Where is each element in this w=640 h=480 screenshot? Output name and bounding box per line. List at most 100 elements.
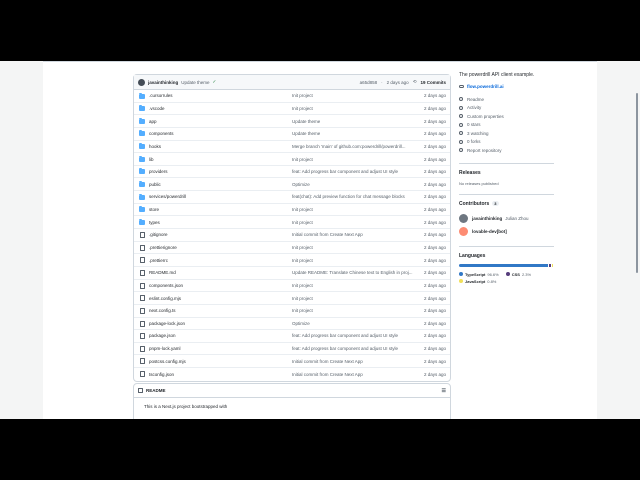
file-name[interactable]: store (149, 207, 159, 212)
table-row[interactable]: lib Init project 2 days ago (134, 153, 450, 166)
file-name[interactable]: postcss.config.mjs (149, 359, 186, 364)
website-link[interactable]: flow.powerdrill.ai (459, 84, 554, 89)
website-url[interactable]: flow.powerdrill.ai (467, 84, 504, 89)
readme-title[interactable]: README (146, 388, 166, 393)
table-row[interactable]: postcss.config.mjs Initial commit from Cr… (134, 355, 450, 369)
file-commit-message[interactable]: feat: Add progress bar component and adj… (292, 169, 398, 174)
file-name[interactable]: components.json (149, 283, 183, 288)
contributor-login[interactable]: javainthinking (472, 216, 502, 221)
file-name[interactable]: providers (149, 169, 168, 174)
table-row[interactable]: tsconfig.json Initial commit from Create … (134, 368, 450, 381)
table-row[interactable]: app Update theme 2 days ago (134, 115, 450, 128)
contributor-item[interactable]: lovable-dev[bot] (459, 225, 554, 238)
file-name[interactable]: eslint.config.mjs (149, 296, 181, 301)
file-name[interactable]: services/powerdrill (149, 194, 186, 199)
file-commit-message[interactable]: Merge branch 'main' of github.com:powerd… (292, 144, 406, 149)
page-scrollbar[interactable] (636, 93, 638, 273)
table-row[interactable]: .cursorrules Init project 2 days ago (134, 90, 450, 103)
file-commit-message[interactable]: Init project (292, 283, 313, 288)
repo-meta-item[interactable]: 0 forks (459, 138, 554, 147)
table-row[interactable]: types Init project 2 days ago (134, 216, 450, 230)
language-item[interactable]: TypeScript 96.6% (459, 272, 499, 277)
file-name[interactable]: components (149, 131, 174, 136)
file-commit-message[interactable]: Init project (292, 157, 313, 162)
file-commit-message[interactable]: feat: Add progress bar component and adj… (292, 346, 398, 351)
file-name[interactable]: hooks (149, 144, 161, 149)
file-commit-message[interactable]: Update theme (292, 131, 320, 136)
commit-message[interactable]: Update theme (181, 80, 209, 85)
repo-meta-item[interactable]: Report repository (459, 146, 554, 155)
repo-meta-item[interactable]: Custom properties (459, 112, 554, 121)
file-name[interactable]: .cursorrules (149, 93, 173, 98)
file-commit-message[interactable]: Init project (292, 308, 313, 313)
table-row[interactable]: .prettierignore Init project 2 days ago (134, 242, 450, 255)
file-name[interactable]: .vscode (149, 106, 165, 111)
file-commit-message[interactable]: Init project (292, 296, 313, 301)
file-commit-message[interactable]: Update theme (292, 119, 320, 124)
table-row[interactable]: .gitignore Initial commit from Create Nex… (134, 229, 450, 242)
table-row[interactable]: .prettierrc Init project 2 days ago (134, 254, 450, 267)
file-commit-message[interactable]: Init project (292, 220, 313, 225)
file-commit-message[interactable]: Init project (292, 245, 313, 250)
file-name[interactable]: next.config.ts (149, 308, 176, 313)
file-commit-message[interactable]: Initial commit from Create Next App (292, 372, 363, 377)
file-name[interactable]: .prettierrc (149, 258, 168, 263)
file-name[interactable]: .prettierignore (149, 245, 177, 250)
file-commit-message[interactable]: Init project (292, 106, 313, 111)
table-row[interactable]: pnpm-lock.yaml feat: Add progress bar com… (134, 343, 450, 356)
file-commit-message[interactable]: Init project (292, 258, 313, 263)
contributor-item[interactable]: javainthinking Julian Zhou (459, 212, 554, 225)
file-commit-message[interactable]: feat(chat): Add preview function for cha… (292, 194, 405, 199)
commits-link[interactable]: 19 Commits (420, 80, 446, 85)
file-name[interactable]: README.md (149, 270, 176, 275)
file-commit-message[interactable]: Init project (292, 207, 313, 212)
table-row[interactable]: hooks Merge branch 'main' of github.com:p… (134, 141, 450, 154)
check-icon[interactable]: ✓ (213, 79, 217, 85)
table-row[interactable]: package-lock.json Optimize 2 days ago (134, 318, 450, 331)
repo-meta-item[interactable]: Activity (459, 104, 554, 113)
table-row[interactable]: eslint.config.mjs Init project 2 days ago (134, 292, 450, 305)
table-row[interactable]: next.config.ts Init project 2 days ago (134, 305, 450, 318)
avatar[interactable] (459, 226, 468, 236)
file-name[interactable]: tsconfig.json (149, 372, 174, 377)
file-commit-message[interactable]: Update README: Translate Chinese text to… (292, 270, 413, 275)
file-commit-message[interactable]: Initial commit from Create Next App (292, 232, 363, 237)
commit-hash[interactable]: a65d858 (360, 80, 378, 85)
contributor-login[interactable]: lovable-dev[bot] (472, 229, 507, 234)
author-avatar[interactable] (138, 78, 145, 86)
table-row[interactable]: components.json Init project 2 days ago (134, 280, 450, 293)
file-name[interactable]: public (149, 182, 161, 187)
file-name[interactable]: .gitignore (149, 232, 168, 237)
commit-meta: a65d858 · 2 days ago ⟲ 19 Commits (359, 79, 446, 85)
file-commit-message[interactable]: feat: Add progress bar component and adj… (292, 333, 398, 338)
file-name[interactable]: lib (149, 157, 154, 162)
repo-meta-item[interactable]: Readme (459, 95, 554, 104)
repo-meta-item[interactable]: 0 stars (459, 121, 554, 130)
table-row[interactable]: components Update theme 2 days ago (134, 128, 450, 141)
avatar[interactable] (459, 213, 468, 223)
file-name[interactable]: app (149, 119, 157, 124)
table-row[interactable]: providers feat: Add progress bar componen… (134, 166, 450, 179)
file-commit-message[interactable]: Optimize (292, 182, 310, 187)
language-item[interactable]: CSS 2.3% (505, 272, 531, 277)
repo-meta-item[interactable]: 3 watching (459, 129, 554, 138)
file-name[interactable]: types (149, 220, 160, 225)
file-name[interactable]: package.json (149, 333, 176, 338)
releases-title[interactable]: Releases (459, 170, 554, 176)
file-name[interactable]: pnpm-lock.yaml (149, 346, 181, 351)
commit-author[interactable]: javainthinking (148, 80, 178, 85)
table-row[interactable]: services/powerdrill feat(chat): Add previ… (134, 191, 450, 204)
contributors-title[interactable]: Contributors 3 (459, 201, 554, 207)
file-commit-message[interactable]: Init project (292, 93, 313, 98)
language-item[interactable]: JavaScript 0.8% (459, 279, 496, 284)
table-row[interactable]: public Optimize 2 days ago (134, 178, 450, 192)
table-row[interactable]: README.md Update README: Translate Chines… (134, 267, 450, 280)
meta-icon (459, 131, 463, 136)
table-row[interactable]: package.json feat: Add progress bar compo… (134, 330, 450, 343)
file-name[interactable]: package-lock.json (149, 321, 185, 326)
file-commit-message[interactable]: Initial commit from Create Next App (292, 359, 363, 364)
outline-icon[interactable]: ☰ (442, 388, 446, 394)
table-row[interactable]: .vscode Init project 2 days ago (134, 103, 450, 116)
file-commit-message[interactable]: Optimize (292, 321, 310, 326)
table-row[interactable]: store Init project 2 days ago (134, 204, 450, 217)
